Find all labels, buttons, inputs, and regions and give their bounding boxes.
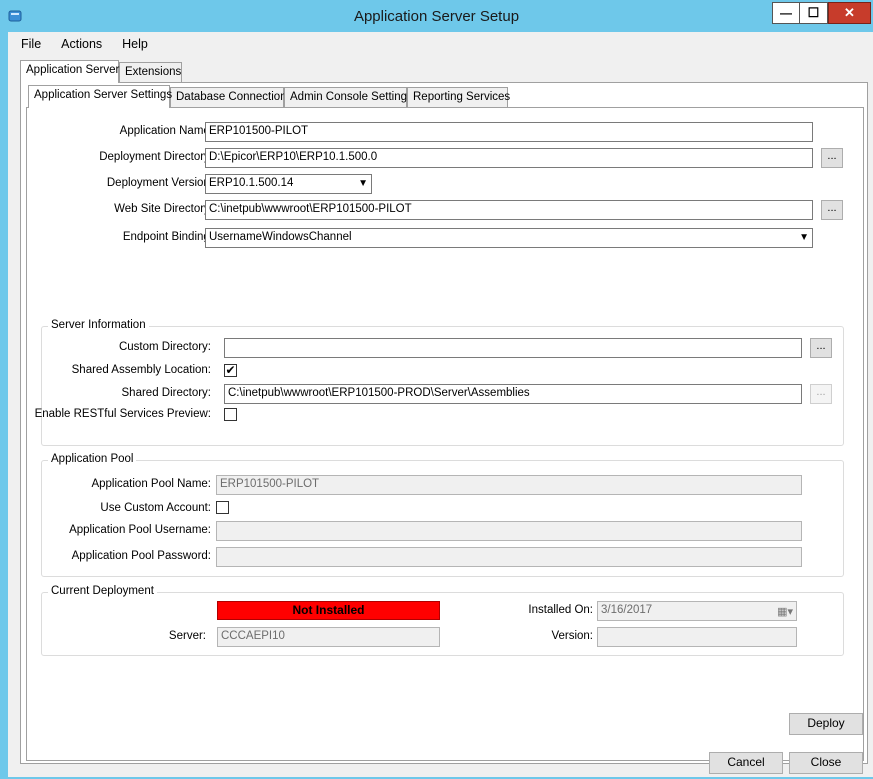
pool-username-input[interactable] <box>216 521 802 541</box>
title-bar: Application Server Setup — ☐ ✕ <box>0 0 873 34</box>
tab-extensions[interactable]: Extensions <box>119 62 182 82</box>
version-input[interactable] <box>597 627 797 647</box>
menu-actions[interactable]: Actions <box>49 32 110 56</box>
installed-on-label: Installed On: <box>528 604 593 616</box>
cancel-button[interactable]: Cancel <box>709 752 783 774</box>
app-name-label: Application Name: <box>119 125 213 137</box>
close-button[interactable]: Close <box>789 752 863 774</box>
web-dir-label: Web Site Directory: <box>114 203 213 215</box>
version-label: Version: <box>551 630 593 642</box>
close-icon: ✕ <box>844 5 855 20</box>
endpoint-value: UsernameWindowsChannel <box>209 231 352 243</box>
menu-bar: File Actions Help <box>8 32 873 56</box>
window-title: Application Server Setup <box>353 8 520 25</box>
endpoint-label: Endpoint Binding: <box>122 231 213 243</box>
minimize-icon: — <box>780 6 792 20</box>
tab-database-connection[interactable]: Database Connection <box>170 87 287 107</box>
server-information-title: Server Information <box>48 319 149 331</box>
web-dir-browse-button[interactable]: ... <box>821 200 843 220</box>
custom-account-label: Use Custom Account: <box>100 502 211 514</box>
restful-checkbox[interactable] <box>224 408 237 421</box>
server-input[interactable]: CCCAEPI10 <box>217 627 440 647</box>
application-window: Application Server Setup — ☐ ✕ File Acti… <box>0 0 873 779</box>
installed-on-date[interactable]: 3/16/2017 ▦▾ <box>597 601 797 621</box>
application-pool-group: Application Pool Application Pool Name: … <box>41 453 844 577</box>
chevron-down-icon: ▼ <box>358 178 368 189</box>
deploy-version-value: ERP10.1.500.14 <box>209 177 294 189</box>
shared-assembly-checkbox[interactable]: ✔ <box>224 364 237 377</box>
server-information-group: Server Information Custom Directory: ...… <box>35 319 844 446</box>
menu-file[interactable]: File <box>8 32 49 56</box>
pool-name-input[interactable]: ERP101500-PILOT <box>216 475 802 495</box>
chevron-down-icon: ▼ <box>799 232 809 243</box>
deploy-dir-browse-button[interactable]: ... <box>821 148 843 168</box>
shared-assembly-label: Shared Assembly Location: <box>71 364 211 376</box>
endpoint-select[interactable]: UsernameWindowsChannel ▼ <box>205 228 813 248</box>
restful-label: Enable RESTful Services Preview: <box>34 408 211 420</box>
deploy-dir-input[interactable]: D:\Epicor\ERP10\ERP10.1.500.0 <box>205 148 813 168</box>
deploy-button[interactable]: Deploy <box>789 713 863 735</box>
calendar-icon: ▦▾ <box>777 606 793 618</box>
custom-dir-label: Custom Directory: <box>118 341 211 353</box>
custom-account-checkbox[interactable] <box>216 501 229 514</box>
tab-reporting-services[interactable]: Reporting Services <box>407 87 510 107</box>
shared-dir-browse-button[interactable]: ... <box>810 384 832 404</box>
maximize-button[interactable]: ☐ <box>800 2 828 24</box>
shared-dir-label: Shared Directory: <box>121 387 211 399</box>
maximize-icon: ☐ <box>807 5 820 20</box>
close-window-button[interactable]: ✕ <box>828 2 871 24</box>
tab-application-server-settings[interactable]: Application Server Settings <box>28 85 172 108</box>
current-deployment-group: Current Deployment Not Installed Server:… <box>41 585 844 656</box>
deployment-status-badge: Not Installed <box>217 601 440 620</box>
pool-password-input[interactable] <box>216 547 802 567</box>
custom-dir-input[interactable] <box>224 338 802 358</box>
outer-tab-panel: Application Server Settings Database Con… <box>20 82 868 764</box>
settings-panel: Application Name: ERP101500-PILOT Deploy… <box>26 107 864 761</box>
deploy-version-label: Deployment Version: <box>106 177 213 189</box>
tab-application-server[interactable]: Application Server <box>20 60 119 83</box>
server-label: Server: <box>168 630 206 642</box>
deploy-dir-label: Deployment Directory: <box>99 151 213 163</box>
window-client: File Actions Help Application Server Ext… <box>8 32 873 777</box>
custom-dir-browse-button[interactable]: ... <box>810 338 832 358</box>
checkmark-icon: ✔ <box>225 363 236 377</box>
minimize-button[interactable]: — <box>772 2 800 24</box>
application-pool-title: Application Pool <box>48 453 137 465</box>
deploy-version-select[interactable]: ERP10.1.500.14 ▼ <box>205 174 372 194</box>
tab-admin-console-settings[interactable]: Admin Console Settings <box>284 87 413 107</box>
menu-help[interactable]: Help <box>110 32 156 56</box>
pool-name-label: Application Pool Name: <box>91 478 211 490</box>
web-dir-input[interactable]: C:\inetpub\wwwroot\ERP101500-PILOT <box>205 200 813 220</box>
pool-username-label: Application Pool Username: <box>69 524 211 536</box>
app-name-input[interactable]: ERP101500-PILOT <box>205 122 813 142</box>
shared-dir-input[interactable]: C:\inetpub\wwwroot\ERP101500-PROD\Server… <box>224 384 802 404</box>
installed-on-value: 3/16/2017 <box>601 604 653 616</box>
current-deployment-title: Current Deployment <box>48 585 157 597</box>
pool-password-label: Application Pool Password: <box>71 550 211 562</box>
